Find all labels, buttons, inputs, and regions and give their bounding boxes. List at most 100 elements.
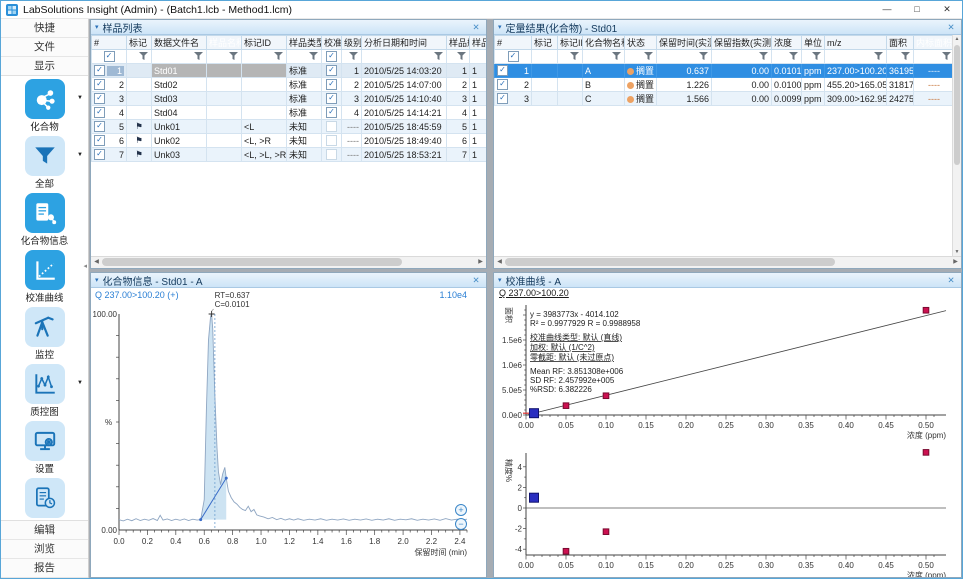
quant-horizontal-scrollbar[interactable]: ◀ ▶	[494, 256, 961, 268]
filter-funnel-icon[interactable]	[209, 52, 239, 62]
column-header-mark[interactable]: 标记	[127, 36, 152, 50]
panel-close-icon[interactable]: ✕	[470, 275, 482, 286]
column-header-num[interactable]: #	[92, 36, 127, 50]
filter-funnel-icon[interactable]	[916, 52, 952, 62]
filter-funnel-icon[interactable]	[364, 52, 444, 62]
filter-cell-rt[interactable]	[657, 50, 712, 64]
filter-funnel-icon[interactable]	[289, 52, 319, 62]
column-header-sid[interactable]: 标记ID	[242, 36, 287, 50]
checkbox[interactable]: ✓	[94, 79, 105, 90]
filter-cell-mark[interactable]	[127, 50, 152, 64]
filter-cell-sid[interactable]	[242, 50, 287, 64]
sidebar-item-compound-info[interactable]: 化合物信息	[1, 190, 88, 247]
filter-funnel-icon[interactable]	[827, 52, 884, 62]
filter-funnel-icon[interactable]	[774, 52, 799, 62]
table-row[interactable]: ✓6⚑Unk02<L, >R未知----2010/5/25 18:49:4061	[92, 134, 487, 148]
table-row[interactable]: ✓3Std03标准✓32010/5/25 14:10:4031	[92, 92, 487, 106]
filter-cell-num[interactable]: ✓	[495, 50, 532, 64]
column-header-isarea[interactable]: 内标面积	[914, 36, 953, 50]
collapse-icon[interactable]: ▾	[498, 276, 502, 284]
checkbox[interactable]	[326, 149, 337, 160]
filter-cell-ri[interactable]	[712, 50, 772, 64]
close-button[interactable]: ✕	[932, 1, 962, 18]
filter-funnel-icon[interactable]	[627, 52, 654, 62]
checkbox[interactable]: ✓	[326, 79, 337, 90]
checkbox[interactable]: ✓	[94, 121, 105, 132]
checkbox[interactable]: ✓	[497, 79, 508, 90]
column-header-rt[interactable]: 保留时间(实测)	[657, 36, 712, 50]
checkbox[interactable]: ✓	[94, 135, 105, 146]
sidebar-item-calibration-curve[interactable]: 校准曲线	[1, 247, 88, 304]
sidebar-item-audit-trail[interactable]: 审查追踪	[1, 475, 88, 521]
accuracy-residual-plot[interactable]: -4-2024精度%0.000.050.100.150.200.250.300.…	[494, 445, 961, 577]
sidebar-item-monitor[interactable]: 监控	[1, 304, 88, 361]
checkbox[interactable]: ✓	[508, 51, 519, 62]
column-header-vial[interactable]: 样品瓶	[447, 36, 470, 50]
column-header-conc[interactable]: 浓度	[772, 36, 802, 50]
column-header-plate[interactable]: 样品盘	[470, 36, 487, 50]
column-header-name[interactable]: 化合物名称	[583, 36, 625, 50]
checkbox[interactable]: ✓	[94, 65, 105, 76]
filter-cell-type[interactable]	[287, 50, 322, 64]
table-row[interactable]: ✓1A搁置0.6370.000.0101ppm237.00>100.203619…	[495, 64, 953, 78]
table-row[interactable]: ✓4Std04标准✓42010/5/25 14:14:2141	[92, 106, 487, 120]
filter-cell-mz[interactable]	[825, 50, 887, 64]
column-header-unit[interactable]: 单位	[802, 36, 825, 50]
scroll-right-arrow-icon[interactable]: ▶	[475, 257, 486, 267]
calibration-point-selected[interactable]	[530, 409, 539, 418]
filter-funnel-icon[interactable]	[129, 52, 149, 62]
sample-horizontal-scrollbar[interactable]: ◀ ▶	[91, 256, 486, 268]
scroll-right-arrow-icon[interactable]: ▶	[950, 257, 961, 267]
calibration-setting-link[interactable]: 加权: 默认 (1/C^2)	[530, 342, 595, 352]
checkbox[interactable]: ✓	[326, 93, 337, 104]
filter-cell-mark[interactable]	[532, 50, 558, 64]
scroll-up-arrow-icon[interactable]: ▲	[953, 35, 961, 44]
panel-close-icon[interactable]: ✕	[470, 22, 482, 33]
sidebar-item-compound[interactable]: 化合物▼	[1, 76, 88, 133]
minimize-button[interactable]: —	[872, 1, 902, 18]
collapse-icon[interactable]: ▾	[95, 23, 99, 31]
filter-cell-datetime[interactable]	[362, 50, 447, 64]
table-row[interactable]: ✓2Std02标准✓22010/5/25 14:07:0021	[92, 78, 487, 92]
calibration-setting-link[interactable]: 校准曲线类型: 默认 (直线)	[530, 332, 622, 342]
dropdown-arrow-icon[interactable]: ▼	[77, 380, 83, 386]
checkbox[interactable]: ✓	[497, 93, 508, 104]
filter-cell-isarea[interactable]	[914, 50, 953, 64]
filter-funnel-icon[interactable]	[560, 52, 580, 62]
sidebar-item-settings[interactable]: 设置	[1, 418, 88, 475]
filter-funnel-icon[interactable]	[244, 52, 284, 62]
table-row[interactable]: ✓2B搁置1.2260.000.0100ppm455.20>165.053181…	[495, 78, 953, 92]
residual-point[interactable]	[563, 548, 569, 554]
filter-cell-name[interactable]	[207, 50, 242, 64]
scroll-left-arrow-icon[interactable]: ◀	[494, 257, 505, 267]
dropdown-arrow-icon[interactable]: ▼	[77, 95, 83, 101]
scroll-left-arrow-icon[interactable]: ◀	[91, 257, 102, 267]
column-header-file[interactable]: 数据文件名	[152, 36, 207, 50]
sidebar-tab-display[interactable]: 显示	[1, 57, 88, 76]
filter-funnel-icon[interactable]	[154, 52, 204, 62]
sidebar-tab-edit[interactable]: 编辑	[1, 521, 88, 540]
checkbox[interactable]: ✓	[326, 65, 337, 76]
calibration-point[interactable]	[923, 307, 929, 313]
column-header-cal[interactable]: 校准点	[322, 36, 342, 50]
checkbox[interactable]: ✓	[94, 93, 105, 104]
column-header-name[interactable]: 样品名称	[207, 36, 242, 50]
sidebar-tab-browse[interactable]: 浏览	[1, 540, 88, 559]
checkbox[interactable]: ✓	[104, 51, 115, 62]
column-header-mz[interactable]: m/z	[825, 36, 887, 50]
filter-cell-name[interactable]	[583, 50, 625, 64]
chromatogram-plot[interactable]: Q 237.00>100.20 (+)1.10e4100.000.00%0.00…	[91, 288, 486, 577]
table-row[interactable]: ✓1Std01标准✓12010/5/25 14:03:2011	[92, 64, 487, 78]
column-header-mark[interactable]: 标记	[532, 36, 558, 50]
column-header-mid[interactable]: 标记ID	[558, 36, 583, 50]
column-header-ri[interactable]: 保留指数(实测)	[712, 36, 772, 50]
filter-cell-level[interactable]	[342, 50, 362, 64]
sidebar-tab-quick[interactable]: 快捷	[1, 19, 88, 38]
sidebar-tab-report[interactable]: 报告	[1, 559, 88, 578]
filter-cell-conc[interactable]	[772, 50, 802, 64]
filter-cell-num[interactable]: ✓	[92, 50, 127, 64]
checkbox[interactable]: ✓	[497, 65, 508, 76]
filter-cell-plate[interactable]	[470, 50, 487, 64]
table-row[interactable]: ✓5⚑Unk01<L未知----2010/5/25 18:45:5951	[92, 120, 487, 134]
checkbox[interactable]: ✓	[326, 107, 337, 118]
